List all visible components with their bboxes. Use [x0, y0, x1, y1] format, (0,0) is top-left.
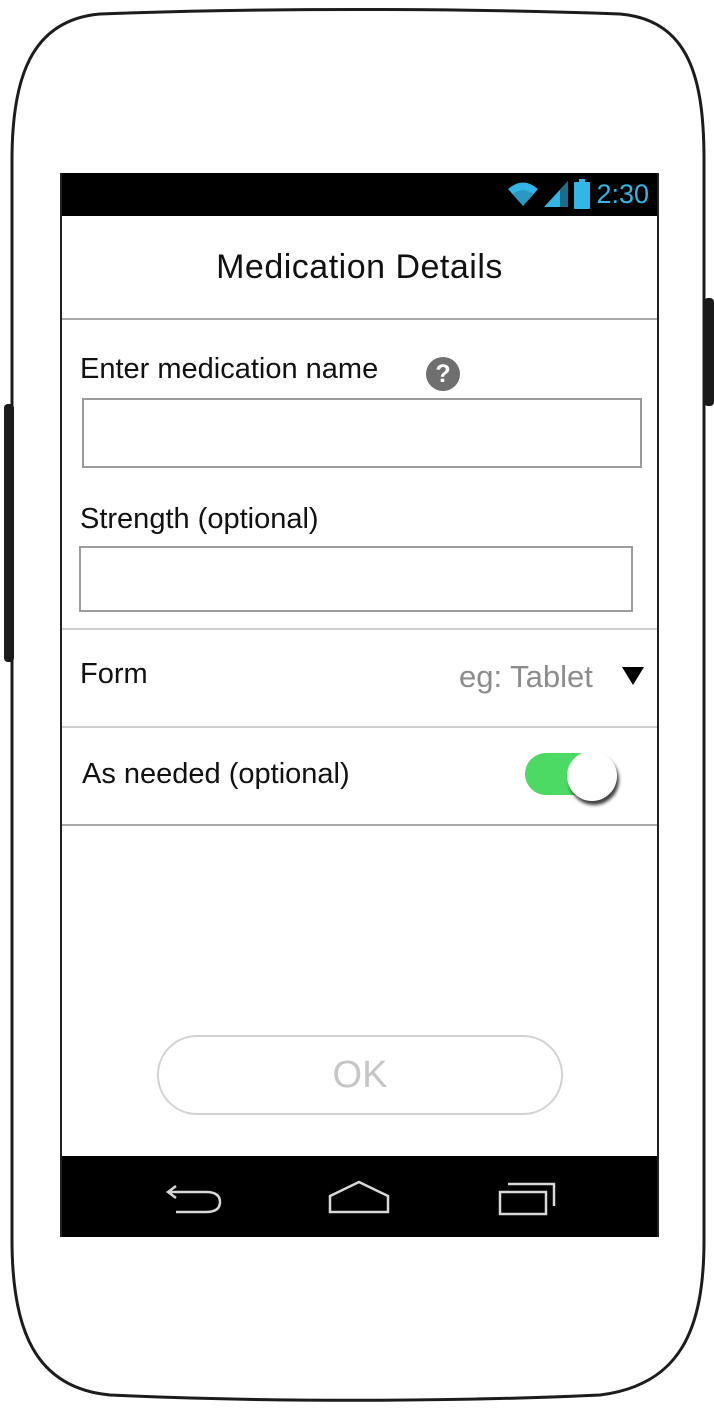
status-time: 2:30: [596, 179, 649, 209]
divider: [62, 726, 657, 728]
battery-icon: [574, 179, 591, 209]
navigation-bar: [62, 1156, 657, 1237]
back-icon[interactable]: [162, 1172, 232, 1222]
ok-button[interactable]: OK: [157, 1035, 563, 1115]
signal-icon: [544, 181, 569, 207]
as-needed-label: As needed (optional): [82, 758, 350, 790]
toggle-knob[interactable]: [567, 751, 617, 801]
status-bar: 2:30: [62, 173, 657, 216]
wifi-icon: [508, 182, 539, 206]
medication-name-input[interactable]: [82, 398, 642, 468]
divider: [62, 824, 657, 826]
volume-button: [4, 404, 14, 662]
strength-input[interactable]: [79, 546, 633, 612]
recent-apps-icon[interactable]: [492, 1172, 562, 1222]
dropdown-arrow-icon[interactable]: [622, 667, 644, 685]
phone-screen: 2:30 Medication Details Enter medication…: [60, 173, 659, 1237]
form-select-value[interactable]: eg: Tablet: [459, 659, 593, 695]
page-title: Medication Details: [216, 247, 503, 286]
medication-name-label: Enter medication name: [80, 353, 379, 385]
power-button: [704, 298, 714, 406]
strength-label: Strength (optional): [80, 503, 319, 535]
title-bar: Medication Details: [62, 216, 657, 320]
form-select-row[interactable]: Form eg: Tablet: [62, 630, 657, 726]
home-icon[interactable]: [324, 1172, 394, 1222]
form-label: Form: [80, 658, 148, 690]
help-icon[interactable]: ?: [426, 357, 460, 391]
